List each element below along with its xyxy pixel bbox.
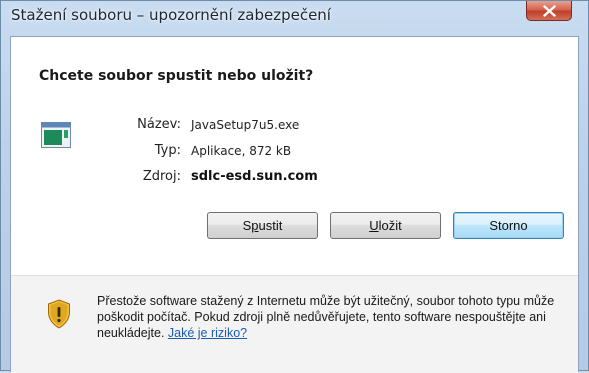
dialog-content: Chcete soubor spustit nebo uložit? Název…	[10, 36, 579, 373]
source-value: sdlc-esd.sun.com	[191, 169, 318, 184]
run-button-label: Spustit	[242, 218, 283, 233]
window-title: Stažení souboru – upozornění zabezpečení	[11, 6, 331, 24]
type-value: Aplikace, 872 kB	[191, 144, 292, 158]
warning-message: Přestože software stažený z Internetu mů…	[97, 293, 567, 341]
dialog-question: Chcete soubor spustit nebo uložit?	[39, 68, 314, 84]
save-accesskey: U	[369, 218, 379, 233]
security-shield-warning-icon	[48, 299, 70, 329]
run-accesskey: p	[251, 218, 259, 233]
title-bar[interactable]: Stažení souboru – upozornění zabezpečení	[1, 1, 589, 33]
run-button[interactable]: Spustit	[207, 212, 318, 239]
close-icon	[543, 5, 556, 17]
risk-link[interactable]: Jaké je riziko?	[168, 326, 247, 340]
save-button-label: Uložit	[369, 218, 402, 233]
save-button[interactable]: Uložit	[330, 212, 441, 239]
close-button[interactable]	[526, 1, 572, 21]
type-label: Typ:	[154, 143, 181, 158]
name-value: JavaSetup7u5.exe	[191, 118, 300, 132]
warning-text: Přestože software stažený z Internetu mů…	[97, 294, 555, 340]
dialog-window: Stažení souboru – upozornění zabezpečení…	[0, 0, 589, 373]
cancel-button-label: Storno	[489, 218, 528, 233]
source-label: Zdroj:	[142, 169, 181, 184]
name-label: Název:	[137, 117, 181, 132]
cancel-button[interactable]: Storno	[453, 212, 564, 239]
